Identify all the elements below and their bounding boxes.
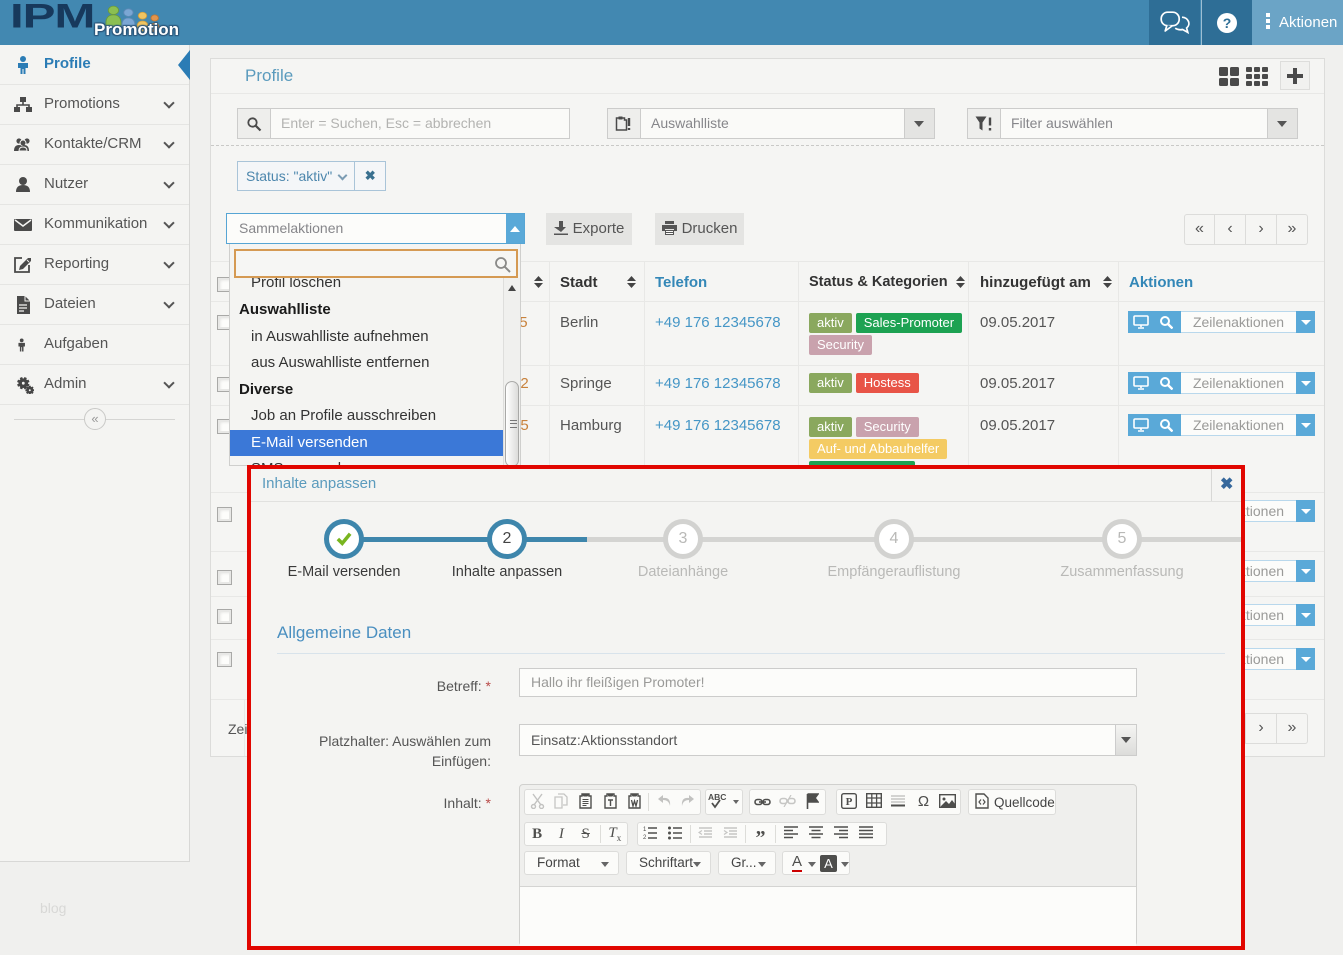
svg-text:P: P [846, 796, 853, 808]
svg-text:1: 1 [643, 827, 647, 833]
svg-text:Ω: Ω [917, 793, 928, 808]
svg-text:2: 2 [643, 835, 647, 840]
svg-text:ABC: ABC [708, 792, 726, 802]
svg-text:?: ? [1223, 15, 1232, 31]
